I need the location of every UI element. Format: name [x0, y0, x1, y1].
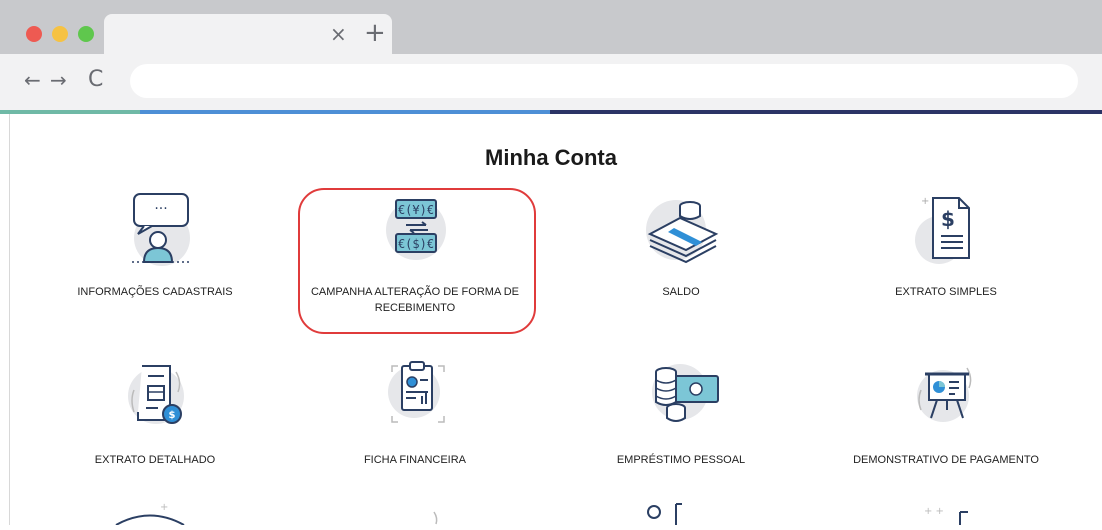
svg-text:···: ··· [154, 201, 167, 217]
card-label: EXTRATO DETALHADO [94, 454, 216, 466]
card-label: EMPRÉSTIMO PESSOAL [616, 454, 746, 466]
user-chat-icon: ··· [110, 188, 200, 270]
forward-icon[interactable]: → [50, 66, 67, 94]
receipt-coin-icon: $ [110, 356, 200, 438]
minimize-window-button[interactable] [52, 26, 68, 42]
partial-icon-1: + [110, 498, 200, 530]
close-tab-icon[interactable]: × [330, 24, 347, 44]
svg-text:+: + [160, 502, 168, 513]
card-informacoes-cadastrais[interactable]: ··· INFORMAÇÕES CADASTRAIS [45, 188, 265, 300]
back-icon[interactable]: ← [24, 66, 41, 94]
new-tab-icon[interactable]: + [364, 20, 386, 46]
clipboard-chart-icon [370, 356, 460, 438]
card-ficha-financeira[interactable]: FICHA FINANCEIRA [305, 356, 525, 468]
svg-text:$: $ [169, 410, 176, 421]
partial-icon-4: + + [920, 498, 980, 530]
card-label: DEMONSTRATIVO DE PAGAMENTO [853, 454, 1039, 466]
card-demonstrativo-pagamento[interactable]: DEMONSTRATIVO DE PAGAMENTO [836, 356, 1056, 468]
coins-banknote-icon [636, 356, 726, 438]
card-saldo[interactable]: SALDO [571, 188, 791, 300]
presentation-board-icon [901, 356, 991, 438]
dollar-document-icon: + + $ [901, 188, 991, 270]
maximize-window-button[interactable] [78, 26, 94, 42]
color-strip [0, 110, 1102, 114]
card-label: INFORMAÇÕES CADASTRAIS [77, 286, 233, 298]
page-border [9, 114, 10, 525]
close-window-button[interactable] [26, 26, 42, 42]
browser-toolbar: ← → C [0, 54, 1102, 110]
card-label: SALDO [662, 286, 700, 298]
card-extrato-simples[interactable]: + + $ EXTRATO SIMPLES [836, 188, 1056, 300]
reload-icon[interactable]: C [88, 66, 103, 94]
card-extrato-detalhado[interactable]: $ EXTRATO DETALHADO [45, 356, 265, 468]
card-label: FICHA FINANCEIRA [363, 454, 467, 466]
money-stack-icon [636, 188, 726, 270]
partial-icon-3 [640, 498, 700, 530]
page-title: Minha Conta [485, 145, 617, 170]
window-controls [26, 26, 94, 42]
browser-tab[interactable] [104, 14, 392, 54]
card-label: EXTRATO SIMPLES [895, 286, 997, 298]
address-bar[interactable] [130, 64, 1078, 98]
partial-icon-2 [430, 498, 470, 530]
svg-text:$: $ [941, 207, 955, 231]
browser-chrome: × + ← → C [0, 0, 1102, 110]
card-emprestimo-pessoal[interactable]: EMPRÉSTIMO PESSOAL [571, 356, 791, 468]
svg-text:+ +: + + [924, 506, 944, 517]
highlight-outline [298, 188, 536, 334]
